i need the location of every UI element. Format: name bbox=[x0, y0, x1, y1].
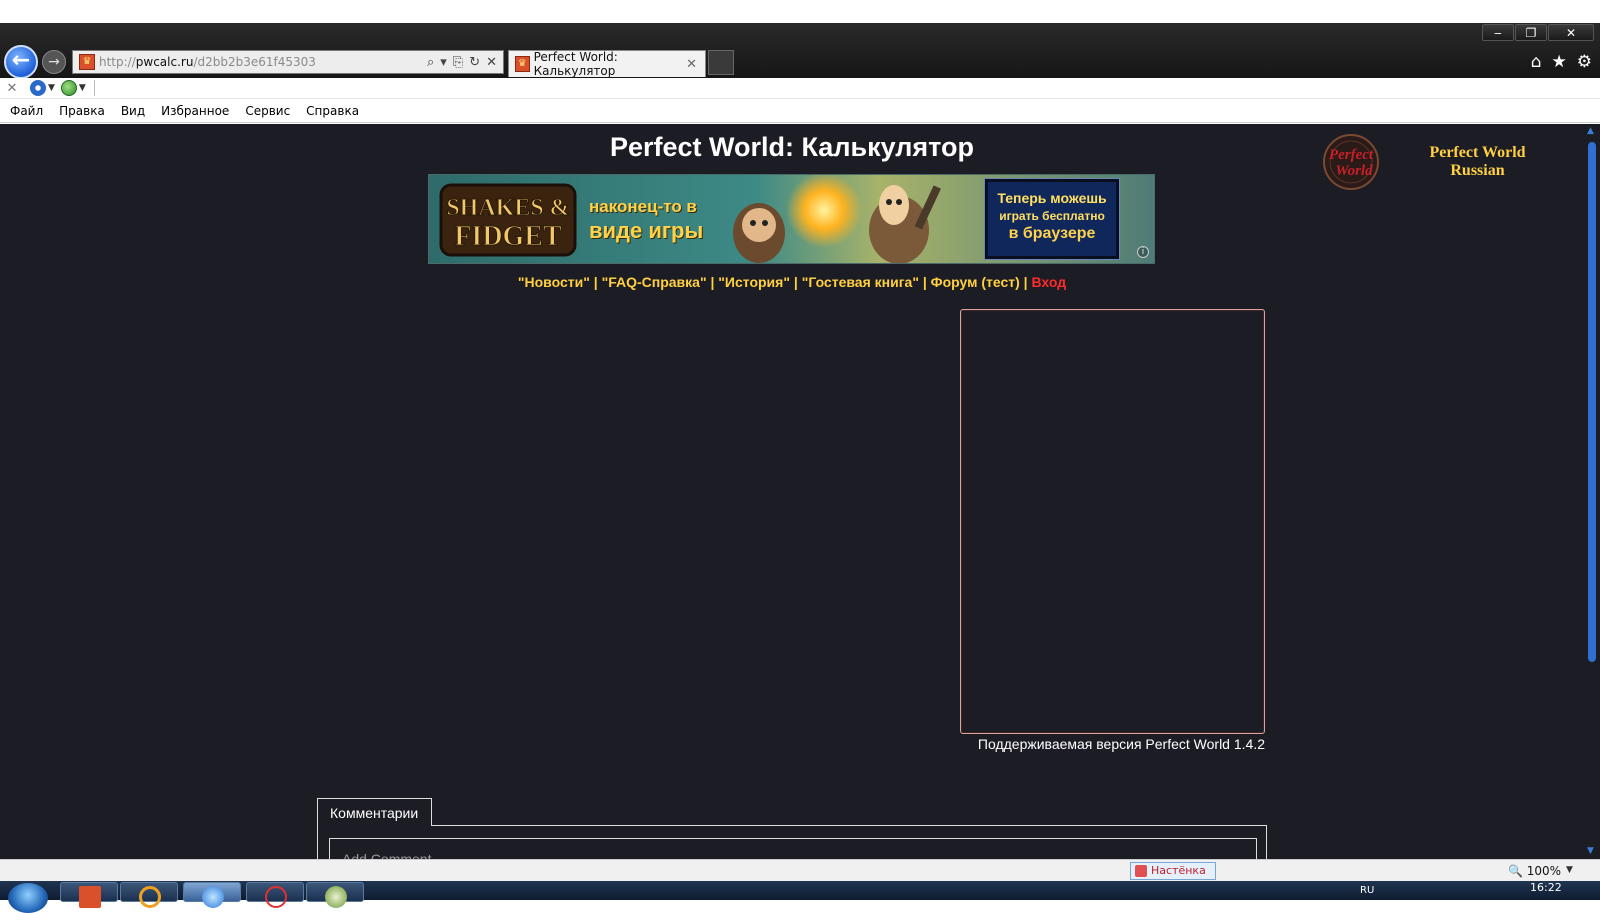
menu-item-file[interactable]: Файл bbox=[10, 104, 43, 118]
nav-link-faq[interactable]: "FAQ-Справка" bbox=[602, 274, 707, 290]
refresh-icon[interactable]: ↻ bbox=[469, 55, 480, 70]
scroll-down-icon[interactable]: ▼ bbox=[1587, 846, 1594, 856]
close-icon[interactable]: ✕ bbox=[0, 81, 24, 96]
taskbar: RU 16:22 bbox=[0, 881, 1600, 913]
taskbar-app-5[interactable] bbox=[306, 882, 364, 908]
app-icon bbox=[265, 886, 287, 908]
clock[interactable]: 16:22 bbox=[1530, 881, 1562, 894]
address-bar[interactable]: ♛ http:// pwcalc.ru /d2bb2b3e61f45303 ⌕ … bbox=[72, 50, 504, 74]
taskbar-app-2[interactable] bbox=[120, 882, 178, 908]
command-bar: ✕ ▼ ▼ bbox=[0, 78, 1600, 99]
url-protocol: http:// bbox=[99, 55, 136, 69]
menu-item-view[interactable]: Вид bbox=[121, 104, 145, 118]
forward-button[interactable]: → bbox=[42, 50, 66, 74]
stop-icon[interactable]: ✕ bbox=[486, 55, 497, 70]
comments-panel: Add Comment bbox=[317, 825, 1267, 859]
arrow-left-icon: ← bbox=[11, 48, 31, 73]
svg-text:FIDGET: FIDGET bbox=[454, 221, 562, 252]
svg-text:SHAKES &: SHAKES & bbox=[446, 195, 569, 221]
tab-close-icon[interactable]: ✕ bbox=[686, 57, 697, 72]
menu-item-edit[interactable]: Правка bbox=[59, 104, 105, 118]
url-host: pwcalc.ru bbox=[135, 55, 194, 69]
info-icon[interactable]: i bbox=[1137, 246, 1149, 258]
chevron-down-icon[interactable]: ▼ bbox=[48, 83, 55, 93]
taskbar-app-1[interactable] bbox=[60, 882, 118, 908]
close-window-button[interactable]: ✕ bbox=[1548, 24, 1594, 41]
tab-active[interactable]: ♛ Perfect World: Калькулятор ✕ bbox=[508, 50, 706, 78]
comment-input[interactable]: Add Comment bbox=[329, 838, 1257, 859]
minimize-button[interactable]: ‒ bbox=[1482, 24, 1514, 41]
nastenka-icon bbox=[1135, 865, 1147, 877]
site-favicon: ♛ bbox=[79, 54, 95, 70]
zoom-icon: 🔍 bbox=[1508, 864, 1523, 878]
chrome-right-tools: ⌂ ★ ⚙ bbox=[1531, 52, 1592, 72]
side-ad-frame bbox=[960, 309, 1265, 734]
menu-item-help[interactable]: Справка bbox=[306, 104, 359, 118]
back-button[interactable]: ← bbox=[4, 45, 38, 79]
taskbar-app-4[interactable] bbox=[246, 882, 304, 908]
restore-button[interactable]: ❐ bbox=[1515, 24, 1547, 41]
tab-favicon: ♛ bbox=[515, 56, 530, 72]
banner-ad[interactable]: SHAKES & FIDGET наконец-то в виде игры Т… bbox=[428, 174, 1155, 264]
app-icon bbox=[79, 886, 101, 908]
svg-text:World: World bbox=[1335, 163, 1373, 179]
supported-version: Поддерживаемая версия Perfect World 1.4.… bbox=[977, 736, 1265, 752]
zoom-level[interactable]: 🔍 100% bbox=[1508, 864, 1561, 878]
url-path: /d2bb2b3e61f45303 bbox=[193, 55, 316, 69]
nav-link-guestbook[interactable]: "Гостевая книга" bbox=[802, 274, 919, 290]
globe-icon[interactable] bbox=[60, 80, 77, 96]
svg-text:Perfect: Perfect bbox=[1329, 147, 1374, 163]
site-nav: "Новости" | "FAQ-Справка" | "История" | … bbox=[517, 274, 1067, 290]
gear-icon[interactable]: ⚙ bbox=[1577, 52, 1592, 72]
nav-link-forum[interactable]: Форум (тест) bbox=[931, 274, 1020, 290]
app-icon bbox=[325, 886, 347, 908]
nav-link-login[interactable]: Вход bbox=[1032, 274, 1067, 290]
menu-item-favorites[interactable]: Избранное bbox=[161, 104, 229, 118]
tab-title: Perfect World: Калькулятор bbox=[533, 50, 618, 78]
perfect-world-logo[interactable]: Perfect World bbox=[1310, 132, 1392, 192]
banner-tagline: наконец-то в виде игры bbox=[589, 197, 704, 243]
tab-comments[interactable]: Комментарии bbox=[317, 798, 432, 826]
window-controls: ‒ ❐ ✕ bbox=[1481, 24, 1594, 41]
taskbar-app-browser[interactable] bbox=[183, 882, 241, 908]
nav-link-news[interactable]: "Новости" bbox=[518, 274, 590, 290]
vertical-scrollbar[interactable]: ▲ ▼ bbox=[1584, 124, 1600, 859]
page-content: Perfect World: Калькулятор Perfect World… bbox=[0, 124, 1584, 859]
compat-view-icon[interactable]: ⎘ bbox=[453, 55, 463, 70]
chevron-down-icon[interactable]: ▼ bbox=[1566, 865, 1573, 875]
browser-chrome: ‒ ❐ ✕ ← → ♛ http:// pwcalc.ru /d2bb2b3e6… bbox=[0, 23, 1600, 79]
ie-icon bbox=[202, 886, 224, 908]
scroll-up-icon[interactable]: ▲ bbox=[1587, 126, 1594, 136]
compass-icon[interactable] bbox=[30, 80, 46, 96]
address-tools: ⌕ ▾ ⎘ ↻ ✕ bbox=[427, 55, 503, 70]
menu-item-tools[interactable]: Сервис bbox=[245, 104, 290, 118]
menu-bar: Файл Правка Вид Избранное Сервис Справка bbox=[0, 100, 1600, 123]
start-button[interactable] bbox=[8, 883, 48, 913]
language-indicator[interactable]: RU bbox=[1360, 885, 1374, 896]
logo-caption: Perfect World Russian bbox=[1429, 144, 1526, 179]
nastenka-button[interactable]: Настёнка bbox=[1130, 862, 1216, 880]
shakes-fidget-logo: SHAKES & FIDGET bbox=[439, 183, 577, 257]
dropdown-icon[interactable]: ▾ bbox=[440, 55, 447, 70]
top-strip bbox=[0, 0, 1600, 23]
status-bar: Настёнка 🔍 100% ▼ bbox=[0, 859, 1600, 881]
new-tab-button[interactable] bbox=[708, 50, 734, 75]
app-icon bbox=[139, 886, 161, 908]
scroll-thumb[interactable] bbox=[1588, 142, 1596, 662]
toolbar-separator bbox=[93, 80, 95, 96]
home-icon[interactable]: ⌂ bbox=[1531, 52, 1542, 72]
nav-link-history[interactable]: "История" bbox=[718, 274, 790, 290]
arrow-right-icon: → bbox=[48, 54, 60, 70]
star-icon[interactable]: ★ bbox=[1552, 52, 1567, 72]
search-icon[interactable]: ⌕ bbox=[427, 55, 434, 70]
chevron-down-icon[interactable]: ▼ bbox=[79, 83, 86, 93]
banner-cta[interactable]: Теперь можешь играть бесплатно в браузер… bbox=[984, 178, 1120, 260]
